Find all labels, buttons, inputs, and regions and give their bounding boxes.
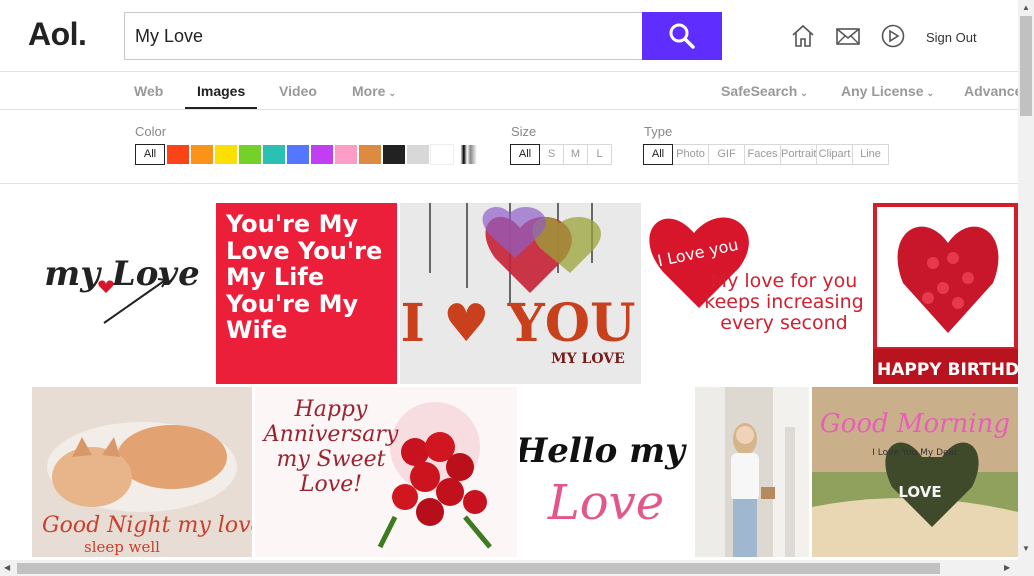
result-thumbnail: Hello my Love (520, 387, 693, 557)
tab-video[interactable]: Video (279, 72, 317, 110)
image-filters: Color All Size All S M L Type All Photo … (0, 110, 1018, 184)
thumbnail-subcaption: I Love You My Dear (872, 448, 958, 458)
thumbnail-caption: I ♥ YOU (401, 293, 636, 354)
search-input[interactable]: My Love (124, 12, 643, 60)
vertical-scrollbar[interactable]: ▲ ▼ (1018, 0, 1034, 560)
aol-logo[interactable]: Aol. (28, 16, 87, 53)
type-photo-button[interactable]: Photo (673, 144, 709, 165)
result-thumbnail: Happy Anniversary my Sweet Love! (255, 387, 517, 557)
image-result[interactable]: my Love (32, 203, 213, 384)
mail-icon[interactable] (834, 22, 862, 50)
search-icon (669, 23, 695, 49)
tab-more[interactable]: More ⌄ (352, 72, 396, 110)
image-result[interactable]: Hello my Love (520, 387, 693, 557)
type-all-button[interactable]: All (643, 144, 673, 165)
svg-text:LOVE: LOVE (898, 483, 941, 501)
scroll-left-arrow-icon[interactable]: ◀ (4, 563, 10, 572)
color-filter-label: Color (135, 124, 167, 139)
color-swatch[interactable] (406, 144, 430, 165)
type-portrait-button[interactable]: Portrait (781, 144, 817, 165)
thumbnail-caption: Happy Anniversary my Sweet Love! (263, 397, 399, 497)
chevron-down-icon: ⌄ (800, 88, 808, 98)
scroll-up-arrow-icon[interactable]: ▲ (1022, 3, 1030, 12)
license-label: Any License (841, 83, 924, 99)
thumbnail-subcaption: My love for you keeps increasing every s… (704, 271, 864, 334)
thumbnail-caption: HAPPY BIRTHDAY MY L (877, 360, 1018, 380)
color-swatch[interactable] (238, 144, 262, 165)
color-swatch[interactable] (166, 144, 190, 165)
size-filter-group: All S M L (510, 144, 612, 165)
thumbnail-caption: Hello my (520, 431, 687, 471)
search-vertical-nav: Web Images Video More ⌄ SafeSearch ⌄ Any L… (0, 72, 1018, 110)
size-medium-button[interactable]: M (564, 144, 588, 165)
thumbnail-subcaption: Love (547, 475, 664, 531)
scroll-right-arrow-icon[interactable]: ▶ (1004, 563, 1010, 572)
color-swatch[interactable] (262, 144, 286, 165)
size-small-button[interactable]: S (540, 144, 564, 165)
color-swatch[interactable] (334, 144, 358, 165)
color-swatch[interactable] (382, 144, 406, 165)
image-result[interactable]: HAPPY BIRTHDAY MY L (873, 203, 1018, 384)
search-button[interactable] (642, 12, 722, 60)
color-swatch[interactable] (286, 144, 310, 165)
type-filter-group: All Photo GIF Faces Portrait Clipart Lin… (643, 144, 889, 165)
type-faces-button[interactable]: Faces (745, 144, 781, 165)
sign-out-link[interactable]: Sign Out (926, 30, 977, 45)
result-thumbnail: I ♥ YOU MY LOVE (400, 203, 641, 384)
type-clipart-button[interactable]: Clipart (817, 144, 853, 165)
size-large-button[interactable]: L (588, 144, 612, 165)
image-result[interactable]: You're My Love You're My Life You're My … (216, 203, 397, 384)
image-result[interactable]: Happy Anniversary my Sweet Love! (255, 387, 517, 557)
horizontal-scrollbar[interactable]: ◀ ▶ (0, 560, 1034, 576)
header: Aol. My Love Sign Out (0, 0, 1018, 72)
thumbnail-caption: my Love (44, 254, 200, 294)
image-result[interactable]: Good Night my love sleep well (32, 387, 252, 557)
size-filter-label: Size (511, 124, 537, 139)
type-gif-button[interactable]: GIF (709, 144, 745, 165)
color-swatch-grayscale[interactable] (454, 144, 478, 165)
result-thumbnail: my Love (32, 203, 213, 384)
color-swatch[interactable] (310, 144, 334, 165)
tab-web[interactable]: Web (134, 72, 163, 110)
vertical-scroll-thumb[interactable] (1020, 16, 1032, 116)
color-swatch[interactable] (214, 144, 238, 165)
image-result[interactable] (695, 387, 809, 557)
color-all-button[interactable]: All (135, 144, 165, 165)
thumbnail-caption: Good Morning (820, 409, 1010, 439)
image-result[interactable]: I ♥ YOU MY LOVE (400, 203, 641, 384)
type-line-button[interactable]: Line (853, 144, 889, 165)
result-thumbnail: You're My Love You're My Life You're My … (216, 203, 397, 384)
color-swatch[interactable] (190, 144, 214, 165)
thumbnail-subcaption: sleep well (84, 538, 160, 556)
image-result[interactable]: LOVE Good Morning I Love You My Dear (812, 387, 1018, 557)
result-thumbnail: HAPPY BIRTHDAY MY L (873, 203, 1018, 384)
size-all-button[interactable]: All (510, 144, 540, 165)
result-thumbnail: I Love you My love for you keeps increas… (644, 203, 871, 384)
thumbnail-caption: Good Night my love (42, 513, 252, 538)
color-swatch[interactable] (430, 144, 454, 165)
advanced-link[interactable]: Advanced (964, 72, 1018, 110)
type-filter-label: Type (644, 124, 673, 139)
image-result[interactable]: I Love you My love for you keeps increas… (644, 203, 871, 384)
thumbnail-subcaption: MY LOVE (551, 351, 625, 367)
scroll-down-arrow-icon[interactable]: ▼ (1022, 544, 1030, 553)
result-thumbnail: LOVE Good Morning I Love You My Dear (812, 387, 1018, 557)
chevron-down-icon: ⌄ (388, 88, 396, 98)
horizontal-scroll-thumb[interactable] (17, 563, 940, 574)
aol-image-search-page: Aol. My Love Sign Out Web Images Video M… (0, 0, 1034, 576)
license-dropdown[interactable]: Any License ⌄ (841, 72, 934, 110)
safesearch-dropdown[interactable]: SafeSearch ⌄ (721, 72, 808, 110)
color-swatches: All (135, 144, 478, 165)
tab-images[interactable]: Images (185, 72, 258, 109)
play-icon[interactable] (879, 22, 907, 50)
color-swatch[interactable] (358, 144, 382, 165)
chevron-down-icon: ⌄ (926, 88, 935, 98)
tab-more-label: More (352, 83, 386, 99)
home-icon[interactable] (789, 22, 817, 50)
result-thumbnail (695, 387, 809, 557)
result-thumbnail: Good Night my love sleep well (32, 387, 252, 557)
safesearch-label: SafeSearch (721, 83, 798, 99)
